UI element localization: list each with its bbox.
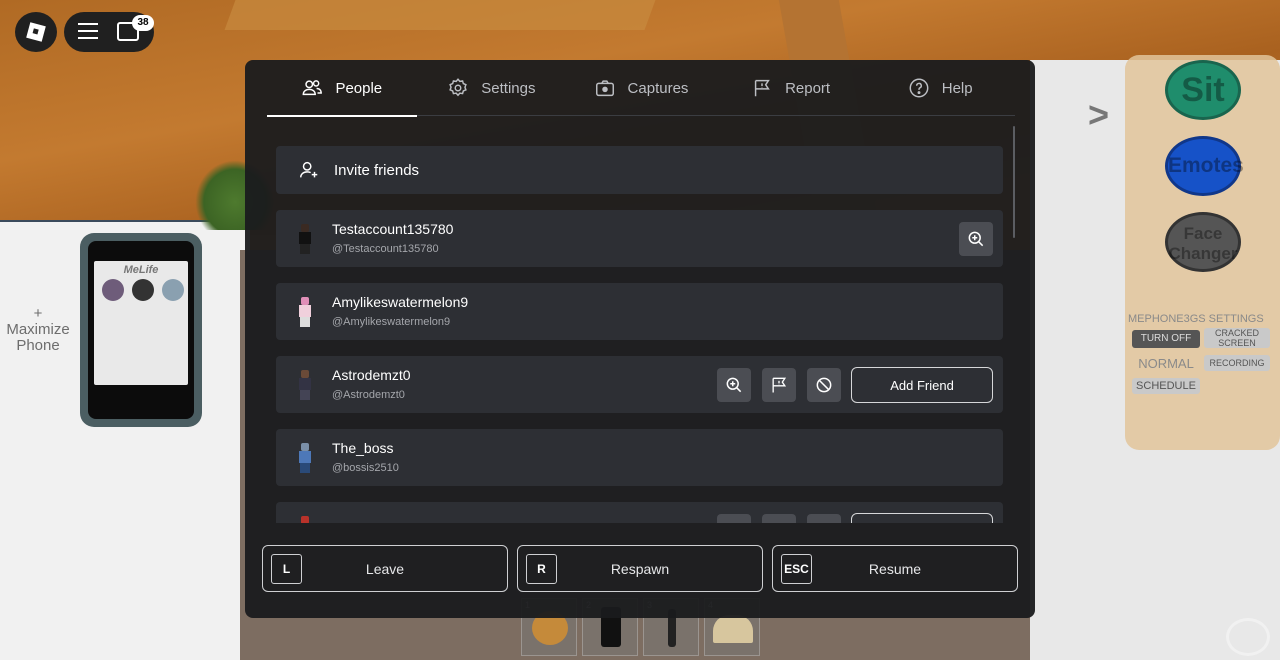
roblox-logo-icon bbox=[26, 22, 46, 42]
sit-button[interactable]: Sit bbox=[1165, 60, 1241, 120]
people-icon bbox=[302, 80, 323, 96]
phone-app-icon bbox=[162, 279, 184, 301]
keybind-badge: R bbox=[526, 554, 557, 584]
hamburger-icon[interactable] bbox=[78, 23, 98, 41]
inspect-button[interactable] bbox=[959, 222, 993, 256]
chat-badge: 38 bbox=[132, 15, 154, 31]
player-username: @Astrodemzt0 bbox=[332, 389, 405, 401]
phone-screen: MeLife bbox=[94, 261, 188, 385]
flag-icon bbox=[772, 377, 787, 393]
invite-friends-button[interactable]: Invite friends bbox=[276, 146, 1003, 194]
emotes-button[interactable]: Emotes bbox=[1165, 136, 1244, 196]
watermark-logo-icon bbox=[1226, 618, 1270, 656]
invite-friends-label: Invite friends bbox=[334, 161, 420, 179]
people-list-scrollbar[interactable] bbox=[1013, 126, 1015, 238]
player-row[interactable] bbox=[276, 502, 1003, 523]
player-avatar bbox=[296, 297, 314, 327]
add-user-icon bbox=[300, 161, 318, 178]
player-display-name: Amylikeswatermelon9 bbox=[332, 294, 469, 310]
inspect-button[interactable] bbox=[717, 514, 751, 523]
block-icon bbox=[816, 377, 832, 393]
player-avatar bbox=[296, 224, 314, 254]
player-display-name: Astrodemzt0 bbox=[332, 367, 411, 383]
mephone-settings-title: MEPHONE3GS SETTINGS bbox=[1128, 313, 1264, 325]
block-player-button[interactable] bbox=[807, 514, 841, 523]
phone-app-icon bbox=[132, 279, 154, 301]
leave-label: Leave bbox=[365, 560, 405, 577]
player-row[interactable]: Astrodemzt0 @Astrodemzt0 Add Friend bbox=[276, 356, 1003, 413]
report-player-button[interactable] bbox=[762, 368, 796, 402]
phone-brand: MeLife bbox=[123, 264, 159, 276]
gear-icon bbox=[449, 78, 468, 97]
camera-icon bbox=[595, 80, 614, 97]
roblox-menu-button[interactable] bbox=[15, 12, 57, 52]
tent-item-icon bbox=[713, 615, 753, 643]
schedule-button[interactable]: SCHEDULE bbox=[1132, 378, 1200, 394]
player-row[interactable]: The_boss @bossis2510 bbox=[276, 429, 1003, 486]
resume-button[interactable]: ESC Resume bbox=[772, 545, 1018, 592]
normal-button[interactable]: NORMAL bbox=[1132, 355, 1200, 373]
leave-button[interactable]: L Leave bbox=[262, 545, 508, 592]
player-display-name: The_boss bbox=[332, 440, 394, 456]
people-list: Invite friends Testaccount135780 @Testac… bbox=[276, 146, 1003, 523]
menu-actions: L Leave R Respawn ESC Resume bbox=[262, 545, 1018, 592]
top-bar: 38 bbox=[64, 12, 154, 52]
player-display-name: Testaccount135780 bbox=[332, 221, 454, 237]
keybind-badge: L bbox=[271, 554, 302, 584]
tab-label: Help bbox=[941, 79, 973, 97]
tab-label: Settings bbox=[481, 79, 536, 97]
tab-captures[interactable]: Captures bbox=[566, 60, 716, 116]
tab-report[interactable]: Report bbox=[716, 60, 866, 116]
respawn-button[interactable]: R Respawn bbox=[517, 545, 763, 592]
cracked-screen-button[interactable]: CRACKED SCREEN bbox=[1204, 328, 1270, 348]
block-player-button[interactable] bbox=[807, 368, 841, 402]
keybind-badge: ESC bbox=[781, 554, 812, 584]
player-avatar bbox=[296, 370, 314, 400]
inspect-button[interactable] bbox=[717, 368, 751, 402]
menu-tabs: People Settings Captures Report Help bbox=[267, 60, 1015, 117]
expand-arrow-icon[interactable]: > bbox=[1088, 94, 1109, 136]
respawn-label: Respawn bbox=[610, 560, 670, 577]
zoom-in-icon bbox=[726, 377, 742, 393]
maximize-phone-label[interactable]: + Maximize Phone bbox=[0, 306, 76, 354]
in-game-phone[interactable]: MeLife bbox=[80, 233, 202, 427]
add-friend-button[interactable]: Add Friend bbox=[851, 367, 993, 403]
tab-people[interactable]: People bbox=[267, 60, 417, 117]
player-row[interactable]: Testaccount135780 @Testaccount135780 bbox=[276, 210, 1003, 267]
tab-help[interactable]: Help bbox=[865, 60, 1015, 116]
player-username: @Testaccount135780 bbox=[332, 243, 439, 255]
tab-settings[interactable]: Settings bbox=[417, 60, 567, 116]
player-username: @Amylikeswatermelon9 bbox=[332, 316, 451, 328]
tab-label: Report bbox=[785, 79, 831, 97]
tab-label: People bbox=[335, 79, 383, 97]
add-friend-button[interactable] bbox=[851, 513, 993, 523]
face-changer-button[interactable]: Face Changer bbox=[1165, 212, 1241, 272]
ceiling-beam bbox=[224, 0, 656, 30]
recording-button[interactable]: RECORDING bbox=[1204, 355, 1270, 371]
player-username: @bossis2510 bbox=[332, 462, 399, 474]
resume-label: Resume bbox=[868, 560, 922, 577]
zoom-in-icon bbox=[968, 231, 984, 247]
player-row[interactable]: Amylikeswatermelon9 @Amylikeswatermelon9 bbox=[276, 283, 1003, 340]
flag-icon bbox=[754, 79, 770, 97]
player-avatar bbox=[296, 443, 314, 473]
player-avatar bbox=[296, 516, 314, 523]
help-icon bbox=[909, 78, 929, 98]
game-menu-modal: People Settings Captures Report Help Inv… bbox=[245, 60, 1035, 618]
turn-off-button[interactable]: TURN OFF bbox=[1132, 330, 1200, 348]
report-player-button[interactable] bbox=[762, 514, 796, 523]
tab-label: Captures bbox=[627, 79, 689, 97]
phone-app-icon bbox=[102, 279, 124, 301]
